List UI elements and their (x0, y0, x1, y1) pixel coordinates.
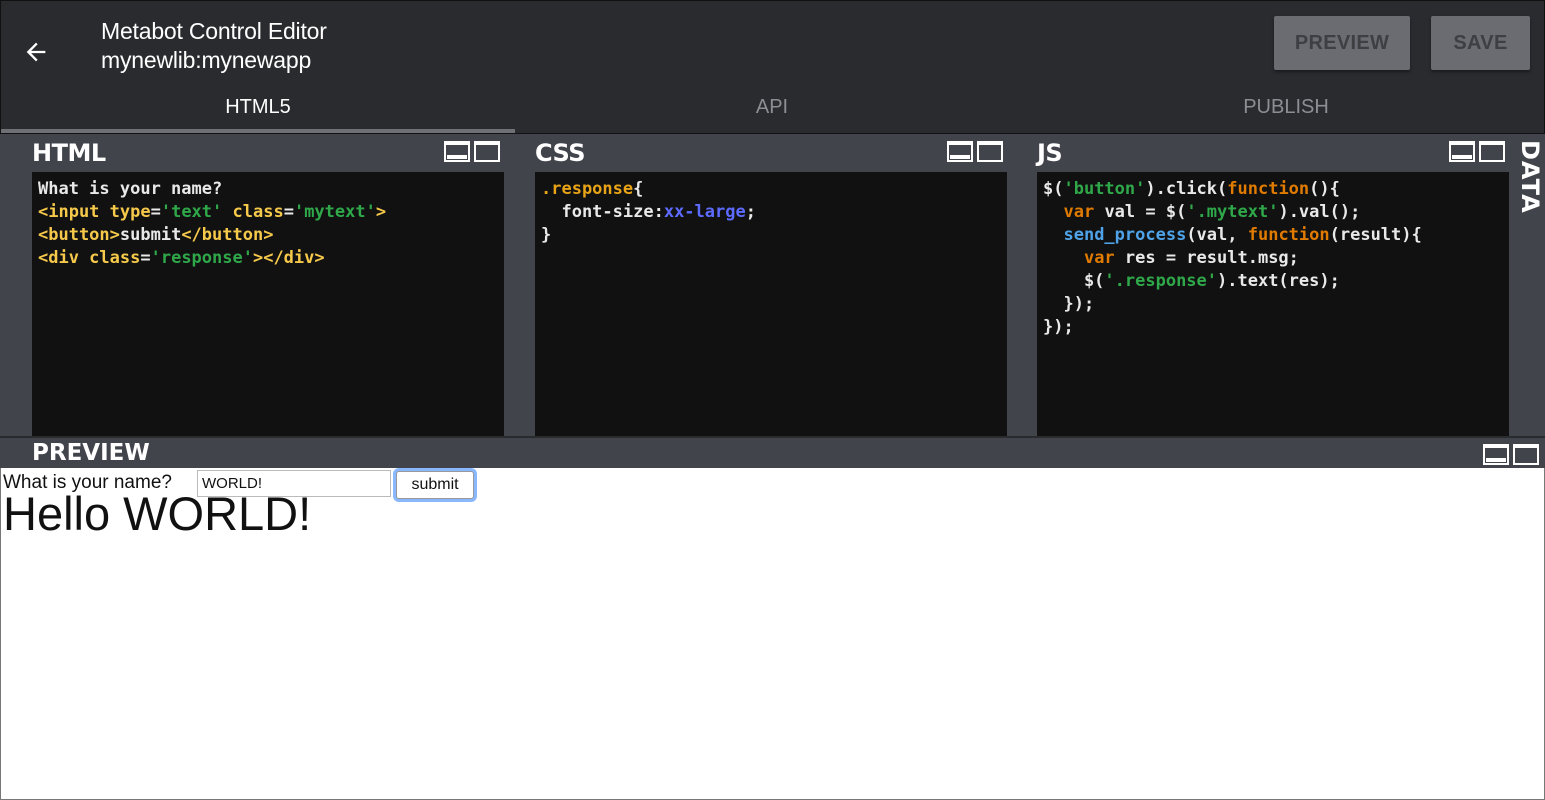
code-token: $( (1043, 179, 1064, 199)
code-token: }); (1043, 294, 1095, 314)
css-code-editor[interactable]: .response{ font-size:xx-large;} (535, 172, 1007, 436)
code-token: <div class (38, 248, 141, 268)
maximize-panel-icon[interactable] (1479, 141, 1505, 162)
code-token: val = $( (1094, 202, 1187, 222)
preview-button[interactable]: PREVIEW (1274, 16, 1410, 70)
code-token: '.response' (1104, 271, 1218, 291)
code-token: (val, (1186, 225, 1248, 245)
code-token: }); (1043, 317, 1074, 337)
html-code-line: <button>submit</button> (38, 224, 498, 247)
css-panel-header: CSS (535, 134, 1007, 172)
html-panel: HTML What is your name? <input type='text… (32, 134, 504, 436)
css-code-line: } (541, 224, 1001, 247)
tab-html5[interactable]: HTML5 (1, 81, 515, 133)
code-token: font-size: (541, 202, 664, 222)
preview-frame: What is your name? submit Hello WORLD! (0, 468, 1545, 800)
code-token: var (1083, 248, 1115, 268)
css-code-line: .response{ (541, 178, 1001, 201)
html-panel-title: HTML (32, 139, 106, 167)
code-token: <input type (38, 202, 151, 222)
code-token: send_process (1063, 225, 1187, 245)
maximize-panel-icon[interactable] (474, 141, 500, 162)
preview-submit-button[interactable]: submit (396, 471, 474, 499)
editor-area: HTML What is your name? <input type='text… (0, 134, 1545, 436)
minimize-panel-icon[interactable] (1483, 444, 1509, 465)
code-token: { (633, 179, 644, 199)
css-panel: CSS .response{ font-size:xx-large;} (535, 134, 1007, 436)
code-token: var (1063, 202, 1095, 222)
code-token: '.mytext' (1186, 202, 1279, 222)
code-token: ).text(res); (1217, 271, 1340, 291)
html-code-line: What is your name? (38, 178, 498, 201)
maximize-panel-icon[interactable] (977, 141, 1003, 162)
code-token: <button> (38, 225, 120, 245)
html-code-line: <div class='response'></div> (38, 247, 498, 270)
code-token: $( (1043, 271, 1105, 291)
html-code-editor[interactable]: What is your name? <input type='text' cla… (32, 172, 504, 436)
minimize-panel-icon[interactable] (1449, 141, 1475, 162)
js-code-line: }); (1043, 293, 1503, 316)
code-token: ; (745, 202, 756, 222)
code-token: What is your name? (38, 179, 223, 199)
code-token: submit (119, 225, 182, 245)
js-code-line: }); (1043, 316, 1503, 339)
code-token: (){ (1309, 179, 1340, 199)
code-token: xx-large (663, 202, 746, 222)
html-panel-header: HTML (32, 134, 504, 172)
data-side-tab[interactable]: DATA (1512, 134, 1545, 436)
code-token: 'text' (160, 202, 223, 222)
js-code-editor[interactable]: $('button').click(function(){ var val = … (1037, 172, 1509, 436)
code-token: class (232, 202, 284, 222)
back-button[interactable] (19, 35, 53, 69)
app-subtitle: mynewlib:mynewapp (101, 47, 312, 73)
code-token: = (150, 202, 161, 222)
js-code-line: $('.response').text(res); (1043, 270, 1503, 293)
minimize-panel-icon[interactable] (444, 141, 470, 162)
code-token: = (283, 202, 294, 222)
data-tab-label: DATA (1516, 140, 1544, 214)
code-token: ></div> (252, 248, 325, 268)
js-code-line: var res = result.msg; (1043, 247, 1503, 270)
html-code-line: <input type='text' class='mytext'> (38, 201, 498, 224)
js-code-line: var val = $('.mytext').val(); (1043, 201, 1503, 224)
css-code-line: font-size:xx-large; (541, 201, 1001, 224)
preview-panel-title: PREVIEW (32, 440, 150, 466)
top-app-bar: Metabot Control Editor mynewlib:mynewapp… (0, 0, 1545, 134)
css-panel-title: CSS (535, 139, 586, 167)
save-button[interactable]: SAVE (1431, 16, 1530, 70)
code-token: function (1227, 179, 1310, 199)
code-token: (result){ (1329, 225, 1422, 245)
app-titles: Metabot Control Editor mynewlib:mynewapp (101, 17, 327, 75)
preview-response-text: Hello WORLD! (3, 487, 312, 540)
code-token: ).val(); (1278, 202, 1361, 222)
preview-panel-header: PREVIEW (0, 436, 1545, 468)
code-token: } (541, 225, 552, 245)
maximize-panel-icon[interactable] (1513, 444, 1539, 465)
js-code-line: send_process(val, function(result){ (1043, 224, 1503, 247)
code-token: > (375, 202, 387, 222)
code-token: .response (541, 179, 634, 199)
code-token: function (1247, 225, 1330, 245)
js-panel-title: JS (1037, 139, 1063, 167)
arrow-left-icon (26, 42, 46, 62)
tab-publish[interactable]: PUBLISH (1029, 81, 1543, 133)
tab-bar: HTML5 API PUBLISH (1, 81, 1545, 133)
code-token: 'button' (1063, 179, 1146, 199)
js-panel: JS $('button').click(function(){ var val… (1037, 134, 1509, 436)
js-panel-header: JS (1037, 134, 1509, 172)
app-title: Metabot Control Editor (101, 18, 327, 44)
code-token: </button> (181, 225, 274, 245)
code-token: ).click( (1145, 179, 1228, 199)
code-token: 'response' (150, 248, 253, 268)
code-token: = (140, 248, 151, 268)
code-token: 'mytext' (293, 202, 376, 222)
minimize-panel-icon[interactable] (947, 141, 973, 162)
code-token: res = result.msg; (1114, 248, 1299, 268)
tab-api[interactable]: API (515, 81, 1029, 133)
js-code-line: $('button').click(function(){ (1043, 178, 1503, 201)
